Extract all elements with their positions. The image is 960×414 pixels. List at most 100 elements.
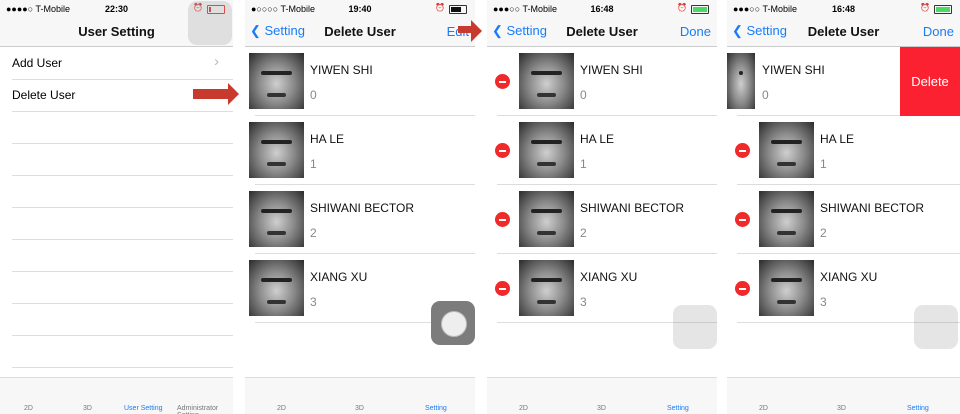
delete-minus-icon[interactable] xyxy=(735,212,750,227)
delete-minus-icon[interactable] xyxy=(495,212,510,227)
user-id: 2 xyxy=(580,226,587,240)
battery-level xyxy=(693,7,707,12)
user-face-photo xyxy=(249,122,304,178)
user-id: 2 xyxy=(310,226,317,240)
tab-3d[interactable]: 3D xyxy=(355,405,364,412)
user-id: 3 xyxy=(310,295,317,309)
delete-minus-icon[interactable] xyxy=(495,74,510,89)
user-face-photo xyxy=(249,191,304,247)
tab-setting[interactable]: Setting xyxy=(425,405,447,412)
empty-row xyxy=(12,303,233,336)
user-row[interactable]: YIWEN SHI 0 xyxy=(487,47,717,116)
empty-row xyxy=(12,271,233,304)
user-id: 1 xyxy=(310,157,317,171)
empty-row xyxy=(12,335,233,368)
user-row[interactable]: SHIWANI BECTOR 2 xyxy=(245,185,475,254)
user-name: SHIWANI BECTOR xyxy=(820,201,925,215)
user-face-photo xyxy=(249,53,304,109)
delete-minus-icon[interactable] xyxy=(495,143,510,158)
user-face-photo xyxy=(519,260,574,316)
chevron-right-icon: › xyxy=(214,53,219,70)
back-button[interactable]: ❮ Setting xyxy=(492,23,547,39)
tab-administrator-setting[interactable]: Administrator Setting xyxy=(177,405,233,414)
assistive-touch-button[interactable] xyxy=(914,305,958,349)
empty-row xyxy=(12,143,233,176)
tab-bar: 2D 3D Setting xyxy=(245,377,475,414)
battery-icon xyxy=(934,5,952,14)
user-name: YIWEN SHI xyxy=(762,63,825,77)
assistive-touch-button[interactable] xyxy=(673,305,717,349)
user-face-photo xyxy=(519,53,574,109)
tab-2d[interactable]: 2D xyxy=(24,405,33,412)
navigation-bar: Delete User❮ SettingEdit xyxy=(245,17,475,47)
user-face-photo xyxy=(759,191,814,247)
empty-row xyxy=(12,207,233,240)
user-face-photo xyxy=(519,191,574,247)
tab-setting[interactable]: Setting xyxy=(667,405,689,412)
delete-minus-icon[interactable] xyxy=(735,143,750,158)
user-row[interactable]: YIWEN SHI 0 xyxy=(245,47,475,116)
phone-screen-3: ●●●○○ T-Mobile 16:48 ⏰ Delete User ❮ Setting… xyxy=(487,0,717,414)
user-id: 1 xyxy=(580,157,587,171)
navigation-bar: Delete User ❮ Setting Done xyxy=(727,17,960,47)
tab-2d[interactable]: 2D xyxy=(759,405,768,412)
menu-item-label: Add User xyxy=(12,56,63,70)
tab-3d[interactable]: 3D xyxy=(83,405,92,412)
status-bar: ●●●○○ T-Mobile 16:48 ⏰ xyxy=(727,0,960,17)
tab-2d[interactable]: 2D xyxy=(277,405,286,412)
battery-icon xyxy=(449,5,467,14)
user-name: YIWEN SHI xyxy=(310,63,373,77)
delete-minus-icon[interactable] xyxy=(735,281,750,296)
navigation-bar: Delete User ❮ Setting Done xyxy=(487,17,717,47)
alarm-icon: ⏰ xyxy=(920,3,930,12)
tab-3d[interactable]: 3D xyxy=(837,405,846,412)
phone-screen-1: ●●●●○ T-Mobile 22:30 ⏰ User Setting Add User… xyxy=(0,0,233,414)
user-row[interactable]: SHIWANI BECTOR 2 xyxy=(727,185,960,254)
done-button[interactable]: Done xyxy=(680,24,711,39)
back-button[interactable]: ❮ Setting xyxy=(250,23,305,39)
assistive-touch-button[interactable] xyxy=(188,1,232,45)
assistive-touch-button[interactable] xyxy=(431,301,475,345)
user-row[interactable]: HA LE 1 xyxy=(487,116,717,185)
user-id: 2 xyxy=(820,226,827,240)
done-button[interactable]: Done xyxy=(923,24,954,39)
menu-item-add-user[interactable]: Add User › xyxy=(12,47,233,80)
empty-row xyxy=(12,175,233,208)
user-row[interactable]: SHIWANI BECTOR 2 xyxy=(487,185,717,254)
tab-bar: 2D 3D Setting xyxy=(487,377,717,414)
tab-2d[interactable]: 2D xyxy=(519,405,528,412)
red-arrow-icon xyxy=(193,83,239,105)
alarm-icon: ⏰ xyxy=(677,3,687,12)
user-name: HA LE xyxy=(310,132,345,146)
user-face-photo xyxy=(727,53,755,109)
tab-user-setting[interactable]: User Setting xyxy=(124,405,163,412)
tab-bar: 2D 3D Setting xyxy=(727,377,960,414)
tab-3d[interactable]: 3D xyxy=(597,405,606,412)
menu-item-label: Delete User xyxy=(12,88,76,102)
user-row[interactable]: HA LE 1 xyxy=(245,116,475,185)
status-bar: ●●●○○ T-Mobile 16:48 ⏰ xyxy=(487,0,717,17)
user-face-photo xyxy=(519,122,574,178)
user-id: 0 xyxy=(762,88,769,102)
user-face-photo xyxy=(759,260,814,316)
user-name: XIANG XU xyxy=(820,270,878,284)
tab-setting[interactable]: Setting xyxy=(907,405,929,412)
user-row[interactable]: HA LE 1 xyxy=(727,116,960,185)
phone-screen-4: ●●●○○ T-Mobile 16:48 ⏰ Delete User ❮ Setting… xyxy=(727,0,960,414)
user-name: HA LE xyxy=(580,132,615,146)
user-id: 3 xyxy=(580,295,587,309)
tab-bar: 2D 3D User Setting Administrator Setting xyxy=(0,377,233,414)
delete-button[interactable]: Delete xyxy=(900,47,960,116)
user-name: HA LE xyxy=(820,132,855,146)
battery-level xyxy=(451,7,461,12)
user-id: 3 xyxy=(820,295,827,309)
empty-row xyxy=(12,111,233,144)
delete-minus-icon[interactable] xyxy=(495,281,510,296)
battery-icon xyxy=(691,5,709,14)
red-arrow-icon xyxy=(458,20,482,42)
user-name: XIANG XU xyxy=(580,270,638,284)
back-button[interactable]: ❮ Setting xyxy=(732,23,787,39)
user-name: YIWEN SHI xyxy=(580,63,643,77)
status-bar: ●○○○○ T-Mobile 19:40 ⏰ xyxy=(245,0,475,17)
user-face-photo xyxy=(249,260,304,316)
